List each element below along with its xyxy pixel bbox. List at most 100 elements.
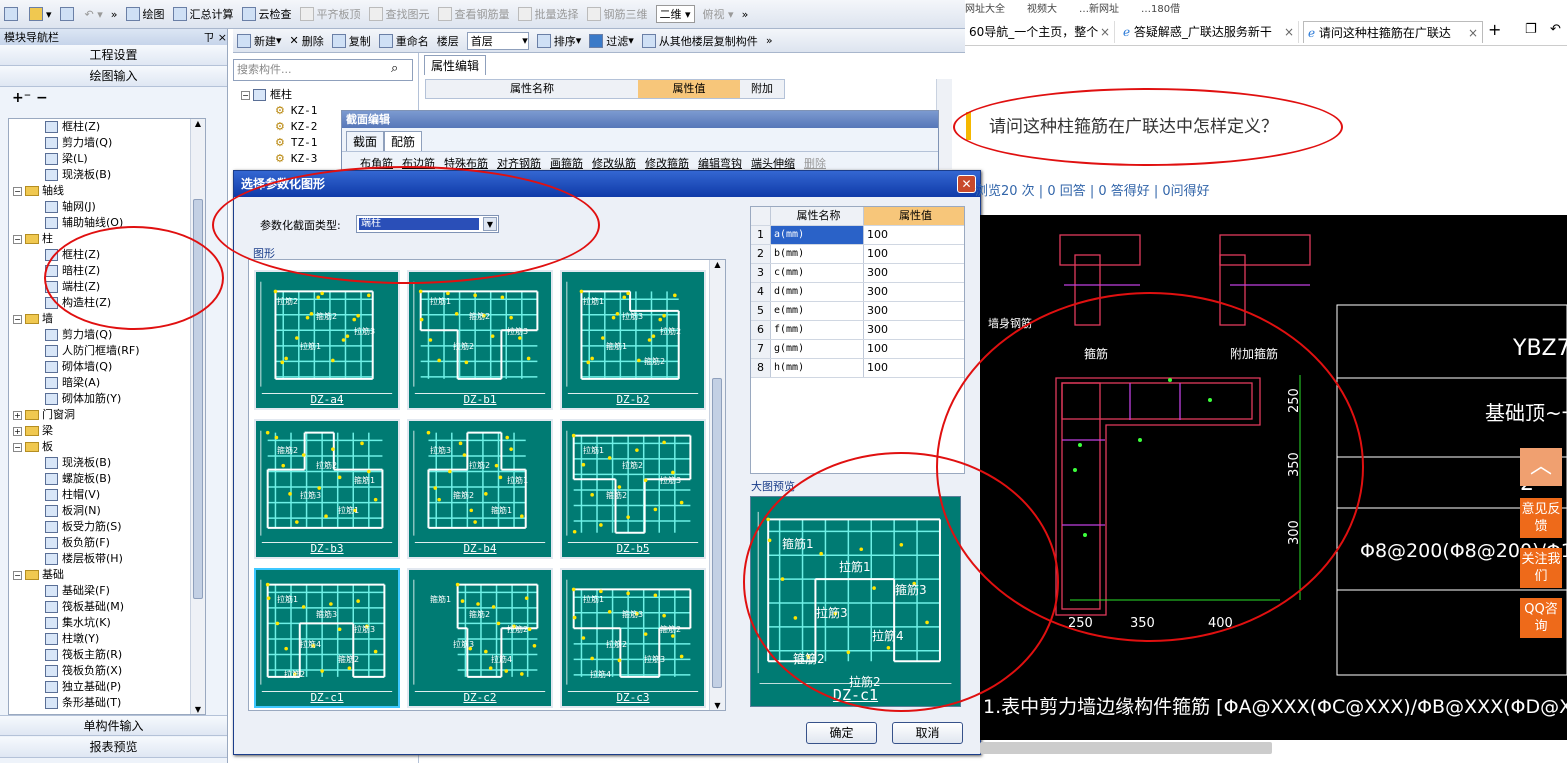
shape-thumb-dz-c3[interactable]: 拉筋1 箍筋3 箍筋2 拉筋2 拉筋3 拉筋4 DZ-c3 [560, 568, 706, 708]
collapse-icon[interactable]: − [13, 186, 22, 196]
component-item[interactable]: ⚙ KZ-3 [241, 151, 317, 167]
gallery-scroll-down-icon[interactable]: ▼ [710, 701, 725, 710]
tree-item[interactable]: 暗柱(Z) [9, 263, 205, 279]
shape-thumb-dz-b3[interactable]: 箍筋2 拉筋2 箍筋1 拉筋3 拉筋1 DZ-b3 [254, 419, 400, 559]
section-tool-7[interactable]: 编辑弯钩 [698, 157, 742, 170]
open-file-button[interactable]: ▾ [29, 7, 52, 21]
toolbar-item-5[interactable]: 查看钢筋量 [437, 6, 510, 22]
new-component-button[interactable]: 新建 ▾ [237, 33, 282, 49]
toolbar-item-2[interactable]: 云检查 [241, 6, 292, 22]
undo-button[interactable]: ↶ ▾ [85, 8, 103, 21]
scroll-top-icon[interactable]: ︿ [1520, 448, 1562, 486]
scroll-down-icon[interactable]: ▼ [191, 705, 205, 714]
param-value[interactable]: 300 [864, 264, 964, 282]
scroll-thumb[interactable] [193, 199, 203, 599]
tree-item[interactable]: − 轴线 [9, 183, 205, 199]
tree-item[interactable]: 剪力墙(Q) [9, 327, 205, 343]
top-strip-link[interactable]: …新网址 [1079, 4, 1119, 15]
param-row[interactable]: 7 g(mm) 100 [751, 340, 964, 359]
floor-select[interactable]: 首层 ▾ [466, 31, 529, 50]
pin-icon[interactable]: ㄗ [203, 31, 214, 44]
toolbar-item-6[interactable]: 批量选择 [517, 6, 579, 22]
copy-component-button[interactable]: 复制 [331, 33, 371, 49]
tree-item[interactable]: − 基础 [9, 567, 205, 583]
section-tool-3[interactable]: 对齐钢筋 [497, 157, 541, 170]
copy-from-floor-button[interactable]: 从其他楼层复制构件 [641, 33, 758, 49]
tree-item[interactable]: 柱墩(Y) [9, 631, 205, 647]
horizontal-scrollbar[interactable] [980, 742, 1272, 754]
nav-tree-scrollbar[interactable]: ▲ ▼ [190, 119, 205, 714]
tree-item[interactable]: 辅助轴线(O) [9, 215, 205, 231]
gallery-scroll-thumb[interactable] [712, 378, 722, 688]
tree-item[interactable]: 板受力筋(S) [9, 519, 205, 535]
component-item[interactable]: ⚙ KZ-2 [241, 119, 317, 135]
component-item[interactable]: ⚙ TZ-1 [241, 135, 317, 151]
param-value[interactable]: 100 [864, 359, 964, 377]
tab-close-icon[interactable]: × [1468, 22, 1478, 43]
tree-item[interactable]: + 梁 [9, 423, 205, 439]
tree-item[interactable]: 板负筋(F) [9, 535, 205, 551]
tree-item[interactable]: 构造柱(Z) [9, 295, 205, 311]
param-value[interactable]: 300 [864, 321, 964, 339]
drawing-input-button[interactable]: 绘图输入 [0, 66, 227, 87]
report-preview-button[interactable]: 报表预览 [0, 737, 227, 758]
single-component-input-button[interactable]: 单构件输入 [0, 715, 227, 736]
feedback-button[interactable]: 意见反馈 [1520, 498, 1562, 538]
expand-icon[interactable]: + [13, 426, 22, 436]
top-strip-link[interactable]: …180借 [1141, 4, 1180, 15]
param-value[interactable]: 100 [864, 340, 964, 358]
tree-item[interactable]: 筏板基础(M) [9, 599, 205, 615]
tree-item[interactable]: − 墙 [9, 311, 205, 327]
tree-item[interactable]: 楼层板带(H) [9, 551, 205, 567]
toolbar-overflow[interactable]: » [111, 8, 118, 21]
tree-item[interactable]: 剪力墙(Q) [9, 135, 205, 151]
shape-thumb-dz-c2[interactable]: 箍筋1 箍筋2 拉筋2 拉筋3 拉筋4 DZ-c2 [407, 568, 553, 708]
param-row[interactable]: 3 c(mm) 300 [751, 264, 964, 283]
collapse-icon[interactable]: − [241, 90, 250, 100]
section-tool-4[interactable]: 画箍筋 [550, 157, 583, 170]
expand-icon[interactable]: + [13, 410, 22, 420]
top-strip-link[interactable]: 视频大 [1027, 4, 1057, 15]
delete-component-button[interactable]: ✕ 删除 [290, 33, 324, 49]
shape-thumb-dz-b1[interactable]: 拉筋1 箍筋2 拉筋3 拉筋2 DZ-b1 [407, 270, 553, 410]
save-button[interactable] [59, 7, 77, 21]
tree-item[interactable]: + 门窗洞 [9, 407, 205, 423]
tree-item[interactable]: 人防门框墙(RF) [9, 343, 205, 359]
window-icon[interactable]: ❐ [1525, 22, 1537, 37]
collapse-icon[interactable]: − [13, 442, 22, 452]
gallery-scrollbar[interactable]: ▲ ▼ [709, 260, 725, 710]
new-tab-icon[interactable]: + [1488, 20, 1501, 39]
section-tool-6[interactable]: 修改箍筋 [645, 157, 689, 170]
tree-item[interactable]: 板洞(N) [9, 503, 205, 519]
scroll-up-icon[interactable]: ▲ [191, 119, 205, 128]
param-row[interactable]: 5 e(mm) 300 [751, 302, 964, 321]
toolbar-item-4[interactable]: 查找图元 [368, 6, 430, 22]
toolbar-item-7[interactable]: 钢筋三维 [586, 6, 648, 22]
back-icon[interactable]: ↶ [1550, 22, 1561, 37]
tree-item[interactable]: 框柱(Z) [9, 119, 205, 135]
param-value[interactable]: 300 [864, 302, 964, 320]
search-icon[interactable]: ⌕ [391, 61, 398, 76]
tree-item[interactable]: 集水坑(K) [9, 615, 205, 631]
tree-item[interactable]: 条形基础(T) [9, 695, 205, 711]
dialog-close-button[interactable]: ✕ [957, 175, 976, 193]
tree-item[interactable]: 筏板主筋(R) [9, 647, 205, 663]
shape-thumb-dz-b2[interactable]: 拉筋1 拉筋3 拉筋2 箍筋1 箍筋2 DZ-b2 [560, 270, 706, 410]
section-type-select[interactable]: 端柱 ▼ [356, 215, 499, 233]
shape-thumb-dz-b4[interactable]: 拉筋3 拉筋2 拉筋1 箍筋2 箍筋1 DZ-b4 [407, 419, 553, 559]
tree-item[interactable]: − 柱 [9, 231, 205, 247]
section-tab-0[interactable]: 截面 [346, 131, 385, 151]
expand-collapse-icons[interactable]: +⁻ − [0, 87, 227, 113]
toolbar-item-0[interactable]: 绘图 [125, 6, 165, 22]
param-row[interactable]: 6 f(mm) 300 [751, 321, 964, 340]
param-row[interactable]: 8 h(mm) 100 [751, 359, 964, 378]
project-settings-button[interactable]: 工程设置 [0, 45, 227, 66]
section-tool-8[interactable]: 端头伸缩 [751, 157, 795, 170]
tree-item[interactable]: 砌体加筋(Y) [9, 391, 205, 407]
gallery-scroll-up-icon[interactable]: ▲ [710, 260, 725, 269]
tree-item[interactable]: 端柱(Z) [9, 279, 205, 295]
tree-item[interactable]: 暗梁(A) [9, 375, 205, 391]
follow-us-button[interactable]: 关注我们 [1520, 548, 1562, 588]
close-icon[interactable]: × [218, 31, 227, 44]
tree-item[interactable]: 柱帽(V) [9, 487, 205, 503]
